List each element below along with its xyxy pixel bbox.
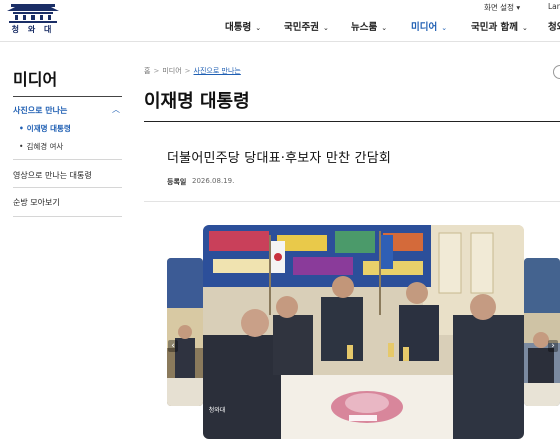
sidebar-subitem-label: 이재명 대통령: [26, 124, 71, 133]
sidebar-divider: [13, 159, 122, 160]
sidebar-subitem-first-lady[interactable]: • 김혜경 여사: [19, 141, 63, 152]
sidebar-item-photos[interactable]: 사진으로 만나는: [13, 105, 67, 116]
sidebar-item-trips[interactable]: 순방 모아보기: [13, 197, 60, 208]
breadcrumb-current[interactable]: 사진으로 만나는: [194, 67, 241, 75]
logo-text: 청 와 대: [11, 25, 55, 34]
sidebar-divider: [13, 216, 122, 217]
site-header: 청 와 대 화면 설정 ▾ Lan 대통령 ⌄ 국민주권 ⌄ 뉴스룸 ⌄ 미디어 ⌄ 국…: [0, 0, 560, 42]
sidebar-subitem-president[interactable]: • 이재명 대통령: [19, 123, 71, 134]
language-button[interactable]: Lan: [548, 2, 560, 11]
main-photo-image: [203, 225, 524, 439]
page-title: 이재명 대통령: [144, 91, 250, 112]
blue-house-emblem-icon: [7, 4, 59, 23]
nav-item-label: 뉴스룸: [351, 22, 378, 33]
sidebar-subitem-label: 김혜경 여사: [26, 142, 64, 151]
registered-date-label: 등록일: [167, 178, 187, 186]
bullet-icon: •: [19, 124, 24, 133]
article-title: 더불어민주당 당대표·후보자 만찬 간담회: [167, 151, 392, 166]
sidebar-divider: [13, 187, 122, 188]
chevron-down-icon: ⌄: [322, 24, 329, 32]
next-arrow-button[interactable]: ›: [548, 340, 558, 352]
breadcrumb-item[interactable]: 미디어: [162, 67, 181, 75]
nav-item-label: 미디어: [411, 22, 438, 33]
nav-item-cheongwadae[interactable]: 청와: [548, 19, 560, 33]
next-photo-thumbnail[interactable]: [524, 258, 560, 406]
nav-item-label: 청와: [548, 22, 560, 33]
nav-item-label: 국민과 함께: [471, 22, 519, 33]
photo-gallery: ‹ ›: [144, 202, 560, 439]
previous-arrow-button[interactable]: ‹: [168, 340, 178, 352]
nav-item-media[interactable]: 미디어 ⌄: [411, 19, 447, 33]
chevron-down-icon: ⌄: [522, 24, 528, 32]
breadcrumb-separator: >: [184, 67, 191, 75]
site-logo[interactable]: 청 와 대: [1, 2, 65, 36]
sidebar-divider: [13, 96, 122, 97]
photo-watermark: 청와대: [208, 407, 226, 414]
chevron-down-icon: ⌄: [381, 24, 388, 32]
breadcrumb-separator: >: [153, 67, 160, 75]
content-divider: [144, 121, 560, 122]
breadcrumb: 홈 > 미디어 > 사진으로 만나는: [144, 66, 241, 76]
nav-item-label: 국민주권: [284, 22, 319, 33]
breadcrumb-home[interactable]: 홈: [144, 67, 150, 75]
previous-photo-image: [167, 258, 203, 406]
sidebar-title: 미디어: [13, 70, 58, 89]
bullet-icon: •: [19, 142, 24, 151]
nav-item-label: 대통령: [225, 22, 252, 33]
share-icon[interactable]: [553, 65, 560, 79]
nav-item-with-citizens[interactable]: 국민과 함께 ⌄: [471, 19, 528, 33]
chevron-down-icon: ⌄: [255, 24, 262, 32]
nav-item-sovereignty[interactable]: 국민주권 ⌄: [284, 19, 329, 33]
main-photo[interactable]: [203, 225, 524, 439]
display-settings-button[interactable]: 화면 설정 ▾: [484, 2, 520, 13]
sidebar-item-videos[interactable]: 영상으로 만나는 대통령: [13, 170, 92, 181]
previous-photo-thumbnail[interactable]: [167, 258, 203, 406]
registered-date: 2026.08.19.: [192, 177, 235, 185]
chevron-down-icon: ⌄: [441, 24, 448, 32]
next-photo-image: [524, 258, 560, 406]
nav-item-president[interactable]: 대통령 ⌄: [225, 19, 261, 33]
chevron-up-icon[interactable]: ︿: [112, 104, 120, 115]
nav-item-newsroom[interactable]: 뉴스룸 ⌄: [351, 19, 387, 33]
